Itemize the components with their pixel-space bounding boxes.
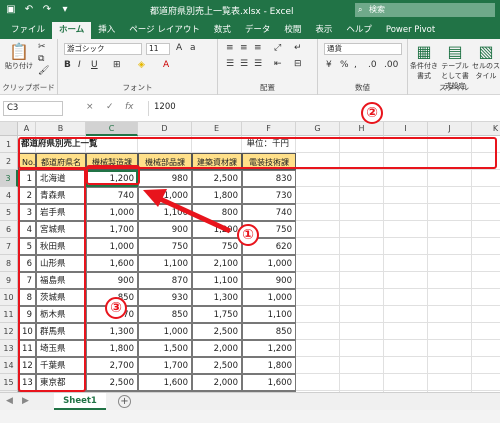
marker-1: ① bbox=[237, 224, 259, 246]
prev-sheet-icon[interactable]: ◀ bbox=[6, 396, 13, 406]
add-sheet-icon[interactable]: + bbox=[118, 395, 131, 408]
marker-3: ③ bbox=[105, 297, 127, 319]
annotation-arrow bbox=[143, 189, 232, 234]
sheet-tab-sheet1[interactable]: Sheet1 bbox=[54, 393, 106, 410]
status-bar bbox=[0, 410, 500, 423]
sheet-tab-bar: ◀ ▶ Sheet1 + bbox=[0, 392, 500, 410]
next-sheet-icon[interactable]: ▶ bbox=[22, 396, 29, 406]
arrow-shaft bbox=[156, 195, 232, 234]
marker-2: ② bbox=[361, 102, 383, 124]
